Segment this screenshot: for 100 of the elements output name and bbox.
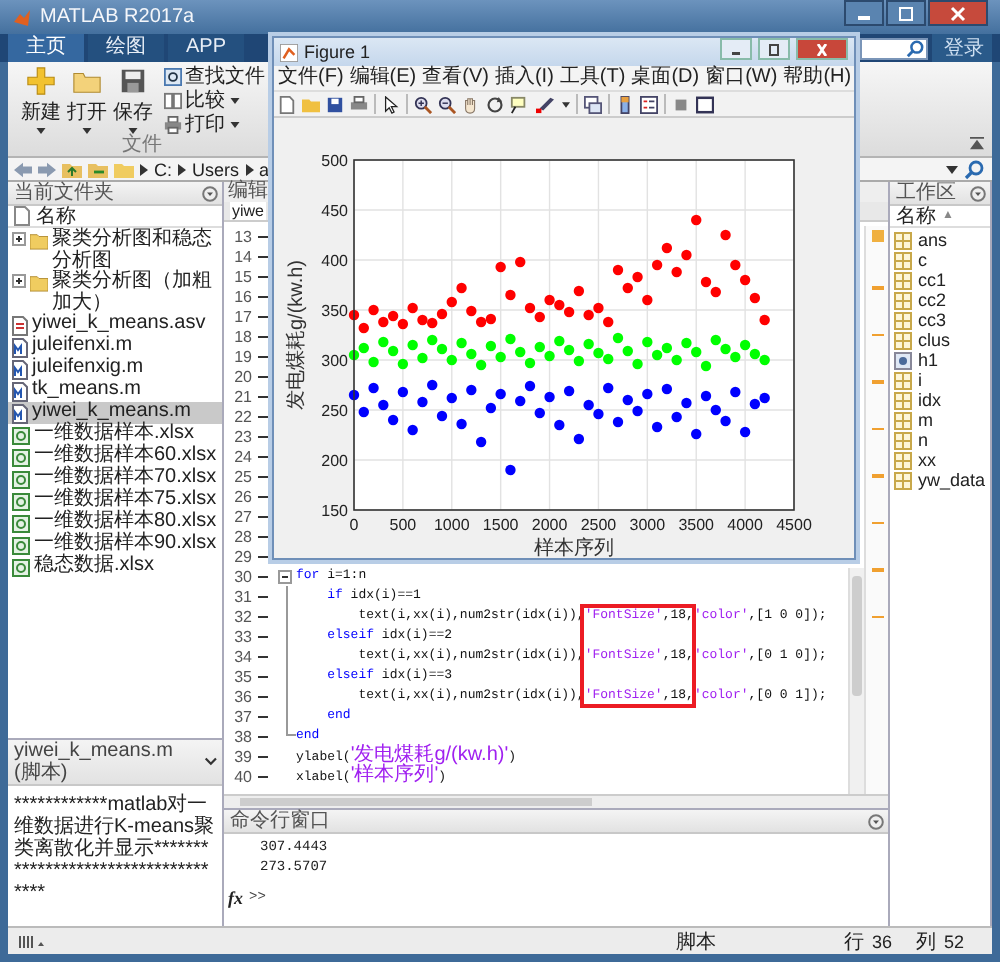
minimize-button[interactable] [844, 0, 884, 26]
close-button[interactable] [796, 38, 848, 60]
rotate-icon[interactable] [486, 95, 504, 113]
ribbon-button[interactable]: 比较 [163, 90, 265, 112]
line-number: 40 [232, 767, 252, 785]
file-row[interactable]: 一维数据样本60.xlsx [8, 446, 222, 468]
line-number: 28 [232, 527, 252, 545]
ribbon-tab[interactable]: 主页 [8, 34, 84, 62]
file-row[interactable]: 一维数据样本75.xlsx [8, 490, 222, 512]
variable-name[interactable]: yw_data [918, 470, 986, 490]
login-link[interactable]: 登录 [932, 34, 992, 62]
menu-item[interactable]: 编辑(E) [349, 66, 417, 90]
minimize-button[interactable] [720, 38, 752, 60]
variable-name[interactable]: cc3 [918, 310, 947, 330]
line-number: 34 [232, 647, 252, 665]
folder-up-icon[interactable] [62, 160, 82, 178]
link-plot-icon[interactable] [584, 95, 602, 113]
file-row[interactable]: tk_means.m [8, 380, 222, 402]
ribbon-tab[interactable]: 绘图 [88, 34, 164, 62]
variable-name[interactable]: idx [918, 390, 942, 410]
menu-item[interactable]: 插入(I) [494, 66, 554, 90]
pointer-icon[interactable] [382, 95, 400, 113]
menu-item[interactable]: 桌面(D) [631, 66, 700, 90]
expand-icon[interactable] [12, 274, 26, 288]
zoom-in-icon[interactable] [414, 95, 432, 113]
variable-name[interactable]: clus [918, 330, 951, 350]
ribbon-button[interactable]: 保存 [111, 66, 155, 136]
variable-name[interactable]: c [918, 250, 927, 270]
maximize-button[interactable] [886, 0, 926, 26]
caret-icon[interactable] [562, 101, 570, 107]
panel-title: 命令行窗口 [230, 810, 330, 832]
close-button[interactable] [928, 0, 988, 26]
grip-icon[interactable] [18, 933, 46, 949]
file-row[interactable]: 一维数据样本70.xlsx [8, 468, 222, 490]
scrollbar[interactable] [848, 568, 864, 794]
path-segment[interactable]: C: [154, 159, 172, 179]
panel-menu-icon[interactable] [970, 185, 986, 201]
new-file-icon[interactable] [278, 95, 296, 113]
file-row[interactable]: 稳态数据.xlsx [8, 556, 222, 578]
file-row[interactable]: yiwei_k_means.m [8, 402, 222, 424]
file-row[interactable]: 聚类分析图和稳态分析图 [8, 230, 222, 272]
path-segment[interactable]: Users [192, 159, 240, 179]
variable-name[interactable]: n [918, 430, 929, 450]
dropdown-caret-icon[interactable] [946, 165, 958, 173]
hand-icon[interactable] [462, 95, 480, 113]
forward-arrow-icon[interactable] [38, 161, 56, 177]
file-row[interactable]: juleifenxi.m [8, 336, 222, 358]
variable-name[interactable]: m [918, 410, 933, 430]
line-number: 13 [232, 227, 252, 245]
editor-tab[interactable]: yiwe [230, 202, 267, 220]
maximize-button[interactable] [758, 38, 790, 60]
variable-name[interactable]: h1 [918, 350, 939, 370]
file-row[interactable]: 一维数据样本90.xlsx [8, 534, 222, 556]
line-number: 25 [232, 467, 252, 485]
axis-tick-label: 150 [321, 502, 348, 520]
hide-plot-tools-icon[interactable] [672, 95, 690, 113]
panel-menu-icon[interactable] [202, 185, 218, 201]
ribbon-button[interactable]: 打印 [163, 114, 265, 136]
scrollbar[interactable] [224, 794, 888, 808]
ribbon-tab[interactable]: APP [168, 34, 245, 62]
menu-item[interactable]: 查看(V) [422, 66, 489, 90]
collapse-ribbon-icon[interactable] [970, 136, 984, 150]
axis-tick-label: 4000 [727, 516, 763, 534]
brush-icon[interactable] [534, 95, 556, 113]
menu-item[interactable]: 工具(T) [559, 66, 626, 90]
data-cursor-icon[interactable] [510, 95, 528, 113]
ribbon-button[interactable]: 打开 [65, 66, 109, 136]
menu-item[interactable]: 文件(F) [278, 66, 344, 90]
search-icon[interactable] [964, 159, 984, 179]
expand-icon[interactable] [12, 232, 26, 246]
zoom-out-icon[interactable] [438, 95, 456, 113]
search-field[interactable] [860, 37, 928, 59]
file-row[interactable]: yiwei_k_means.asv [8, 314, 222, 336]
variable-name[interactable]: cc1 [918, 270, 947, 290]
search-icon [906, 39, 924, 57]
file-row[interactable]: 一维数据样本.xlsx [8, 424, 222, 446]
ribbon-button[interactable]: 查找文件 [163, 66, 265, 88]
printer-icon[interactable] [350, 95, 368, 113]
variable-name[interactable]: xx [918, 450, 936, 470]
printer-icon [163, 116, 181, 134]
variable-name[interactable]: ans [918, 230, 948, 250]
show-plot-tools-icon[interactable] [696, 95, 714, 113]
browse-folder-icon[interactable] [88, 160, 108, 178]
legend-icon[interactable] [640, 95, 658, 113]
function-browser-button[interactable]: fx [228, 888, 243, 908]
variable-name[interactable]: i [918, 370, 922, 390]
column-header[interactable]: 名称 [8, 206, 222, 228]
panel-menu-icon[interactable] [868, 813, 884, 829]
line-dash-mark [258, 615, 268, 617]
colorbar-icon[interactable] [616, 95, 634, 113]
back-arrow-icon[interactable] [14, 161, 32, 177]
menu-item[interactable]: 窗口(W) [705, 66, 778, 90]
fold-toggle-icon[interactable] [278, 569, 292, 583]
variable-name[interactable]: cc2 [918, 290, 947, 310]
menu-item[interactable]: 帮助(H) [783, 66, 852, 90]
ribbon-button[interactable]: 新建 [19, 66, 63, 136]
path-segment[interactable]: a [259, 159, 270, 179]
file-row[interactable]: juleifenxig.m [8, 358, 222, 380]
file-row[interactable]: 一维数据样本80.xlsx [8, 512, 222, 534]
chevron-down-icon[interactable] [204, 756, 218, 768]
